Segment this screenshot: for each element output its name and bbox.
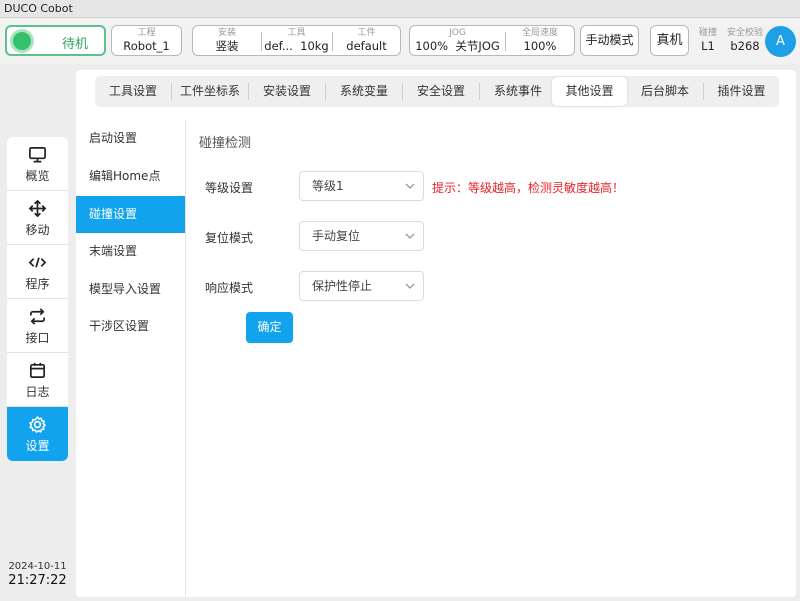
jog-speed-box[interactable]: JOG 100% 关节JOG 全局速度 100% <box>409 25 575 56</box>
tab-background-script[interactable]: 后台脚本 <box>627 76 703 107</box>
nav-item-program[interactable]: 程序 <box>7 245 68 299</box>
project-box[interactable]: 工程 Robot_1 <box>111 25 182 56</box>
level-label: 等级设置 <box>205 181 254 195</box>
monitor-icon <box>29 146 46 163</box>
move-icon <box>28 199 47 218</box>
collision-settings-form: 碰撞检测 等级设置 等级1 提示：等级越高，检测灵敏度越高！ 复位模式 手动复位… <box>186 120 796 597</box>
jog-percent: 100% <box>415 39 449 53</box>
tab-install-settings[interactable]: 安装设置 <box>249 76 325 107</box>
settings-tabs: 工具设置 工件坐标系 安装设置 系统变量 安全设置 系统事件 其他设置 后台脚本… <box>95 76 779 107</box>
manual-mode-button[interactable]: 手动模式 <box>580 25 639 56</box>
menu-startup-settings[interactable]: 启动设置 <box>76 120 185 157</box>
window-title: DUCO Cobot <box>0 0 800 18</box>
project-label: 工程 <box>137 28 156 38</box>
collision-value: L1 <box>701 39 715 53</box>
tool-label: 工具 <box>287 28 306 38</box>
code-icon <box>28 257 47 268</box>
status-indicator[interactable]: 待机 <box>5 25 106 56</box>
tab-tool-settings[interactable]: 工具设置 <box>95 76 171 107</box>
nav-item-settings[interactable]: 设置 <box>7 407 68 461</box>
tab-system-events[interactable]: 系统事件 <box>480 76 556 107</box>
workpiece-label: 工件 <box>357 28 376 38</box>
level-select[interactable]: 等级1 <box>299 171 424 201</box>
section-title: 碰撞检测 <box>199 136 252 151</box>
tool-weight: 10kg <box>300 39 329 53</box>
reset-mode-value: 手动复位 <box>312 229 361 243</box>
level-hint: 提示：等级越高，检测灵敏度越高！ <box>432 181 625 195</box>
clock: 2024-10-11 21:27:22 <box>7 561 68 588</box>
install-label: 安装 <box>217 28 236 38</box>
current-time: 21:27:22 <box>8 573 67 588</box>
top-status-bar: 待机 工程 Robot_1 安装 竖装 工具 def... 10kg 工件 de… <box>0 18 800 64</box>
chevron-down-icon <box>405 183 415 189</box>
gear-icon <box>29 416 46 433</box>
menu-model-import-settings[interactable]: 模型导入设置 <box>76 271 185 308</box>
menu-interference-zone-settings[interactable]: 干涉区设置 <box>76 308 185 345</box>
nav-label-interface: 接口 <box>25 331 50 345</box>
global-speed-label: 全局速度 <box>521 28 558 38</box>
menu-end-effector-settings[interactable]: 末端设置 <box>76 233 185 270</box>
calendar-icon <box>29 362 46 379</box>
workpiece-value: default <box>346 39 387 53</box>
menu-collision-settings[interactable]: 碰撞设置 <box>76 196 185 233</box>
project-value: Robot_1 <box>123 39 170 53</box>
global-speed-value: 100% <box>523 39 557 53</box>
current-date: 2024-10-11 <box>8 561 67 572</box>
status-dot-icon <box>13 32 31 50</box>
tab-plugin-settings[interactable]: 插件设置 <box>704 76 779 107</box>
user-avatar[interactable]: A <box>765 26 796 57</box>
nav-item-interface[interactable]: 接口 <box>7 299 68 353</box>
nav-label-settings: 设置 <box>25 439 50 453</box>
response-mode-value: 保护性停止 <box>312 279 373 293</box>
main-nav: 概览 移动 程序 接口 日志 设置 <box>7 137 68 461</box>
nav-item-move[interactable]: 移动 <box>7 191 68 245</box>
other-settings-menu: 启动设置 编辑Home点 碰撞设置 末端设置 模型导入设置 干涉区设置 <box>76 120 186 597</box>
tab-other-settings[interactable]: 其他设置 <box>552 77 627 106</box>
collision-label: 碰撞 <box>698 28 717 38</box>
jog-mode: 关节JOG <box>455 39 500 53</box>
tab-safety-settings[interactable]: 安全设置 <box>403 76 479 107</box>
nav-label-program: 程序 <box>25 277 50 291</box>
nav-label-move: 移动 <box>25 223 50 237</box>
settings-panel: 工具设置 工件坐标系 安装设置 系统变量 安全设置 系统事件 其他设置 后台脚本… <box>76 70 796 597</box>
nav-label-log: 日志 <box>25 385 50 399</box>
safety-check-label: 安全校验 <box>726 28 763 38</box>
nav-item-overview[interactable]: 概览 <box>7 137 68 191</box>
chevron-down-icon <box>405 283 415 289</box>
safety-check-indicator: 安全校验 b268 <box>724 28 766 54</box>
reset-mode-select[interactable]: 手动复位 <box>299 221 424 251</box>
response-mode-label: 响应模式 <box>205 281 254 295</box>
safety-check-value: b268 <box>730 39 760 53</box>
tab-system-variables[interactable]: 系统变量 <box>326 76 402 107</box>
install-value: 竖装 <box>215 39 239 53</box>
nav-label-overview: 概览 <box>25 169 50 183</box>
jog-label: JOG <box>449 28 466 38</box>
menu-edit-home-point[interactable]: 编辑Home点 <box>76 158 185 195</box>
chevron-down-icon <box>405 233 415 239</box>
real-machine-button[interactable]: 真机 <box>650 25 689 56</box>
tab-workpiece-coordinate[interactable]: 工件坐标系 <box>172 76 248 107</box>
confirm-button[interactable]: 确定 <box>246 312 293 343</box>
response-mode-select[interactable]: 保护性停止 <box>299 271 424 301</box>
nav-item-log[interactable]: 日志 <box>7 353 68 407</box>
level-value: 等级1 <box>312 179 344 193</box>
tool-name: def... <box>264 39 293 53</box>
swap-icon <box>29 308 46 325</box>
collision-indicator: 碰撞 L1 <box>695 28 721 54</box>
status-text: 待机 <box>62 37 89 52</box>
install-tool-workpiece-box[interactable]: 安装 竖装 工具 def... 10kg 工件 default <box>192 25 401 56</box>
reset-mode-label: 复位模式 <box>205 231 254 245</box>
